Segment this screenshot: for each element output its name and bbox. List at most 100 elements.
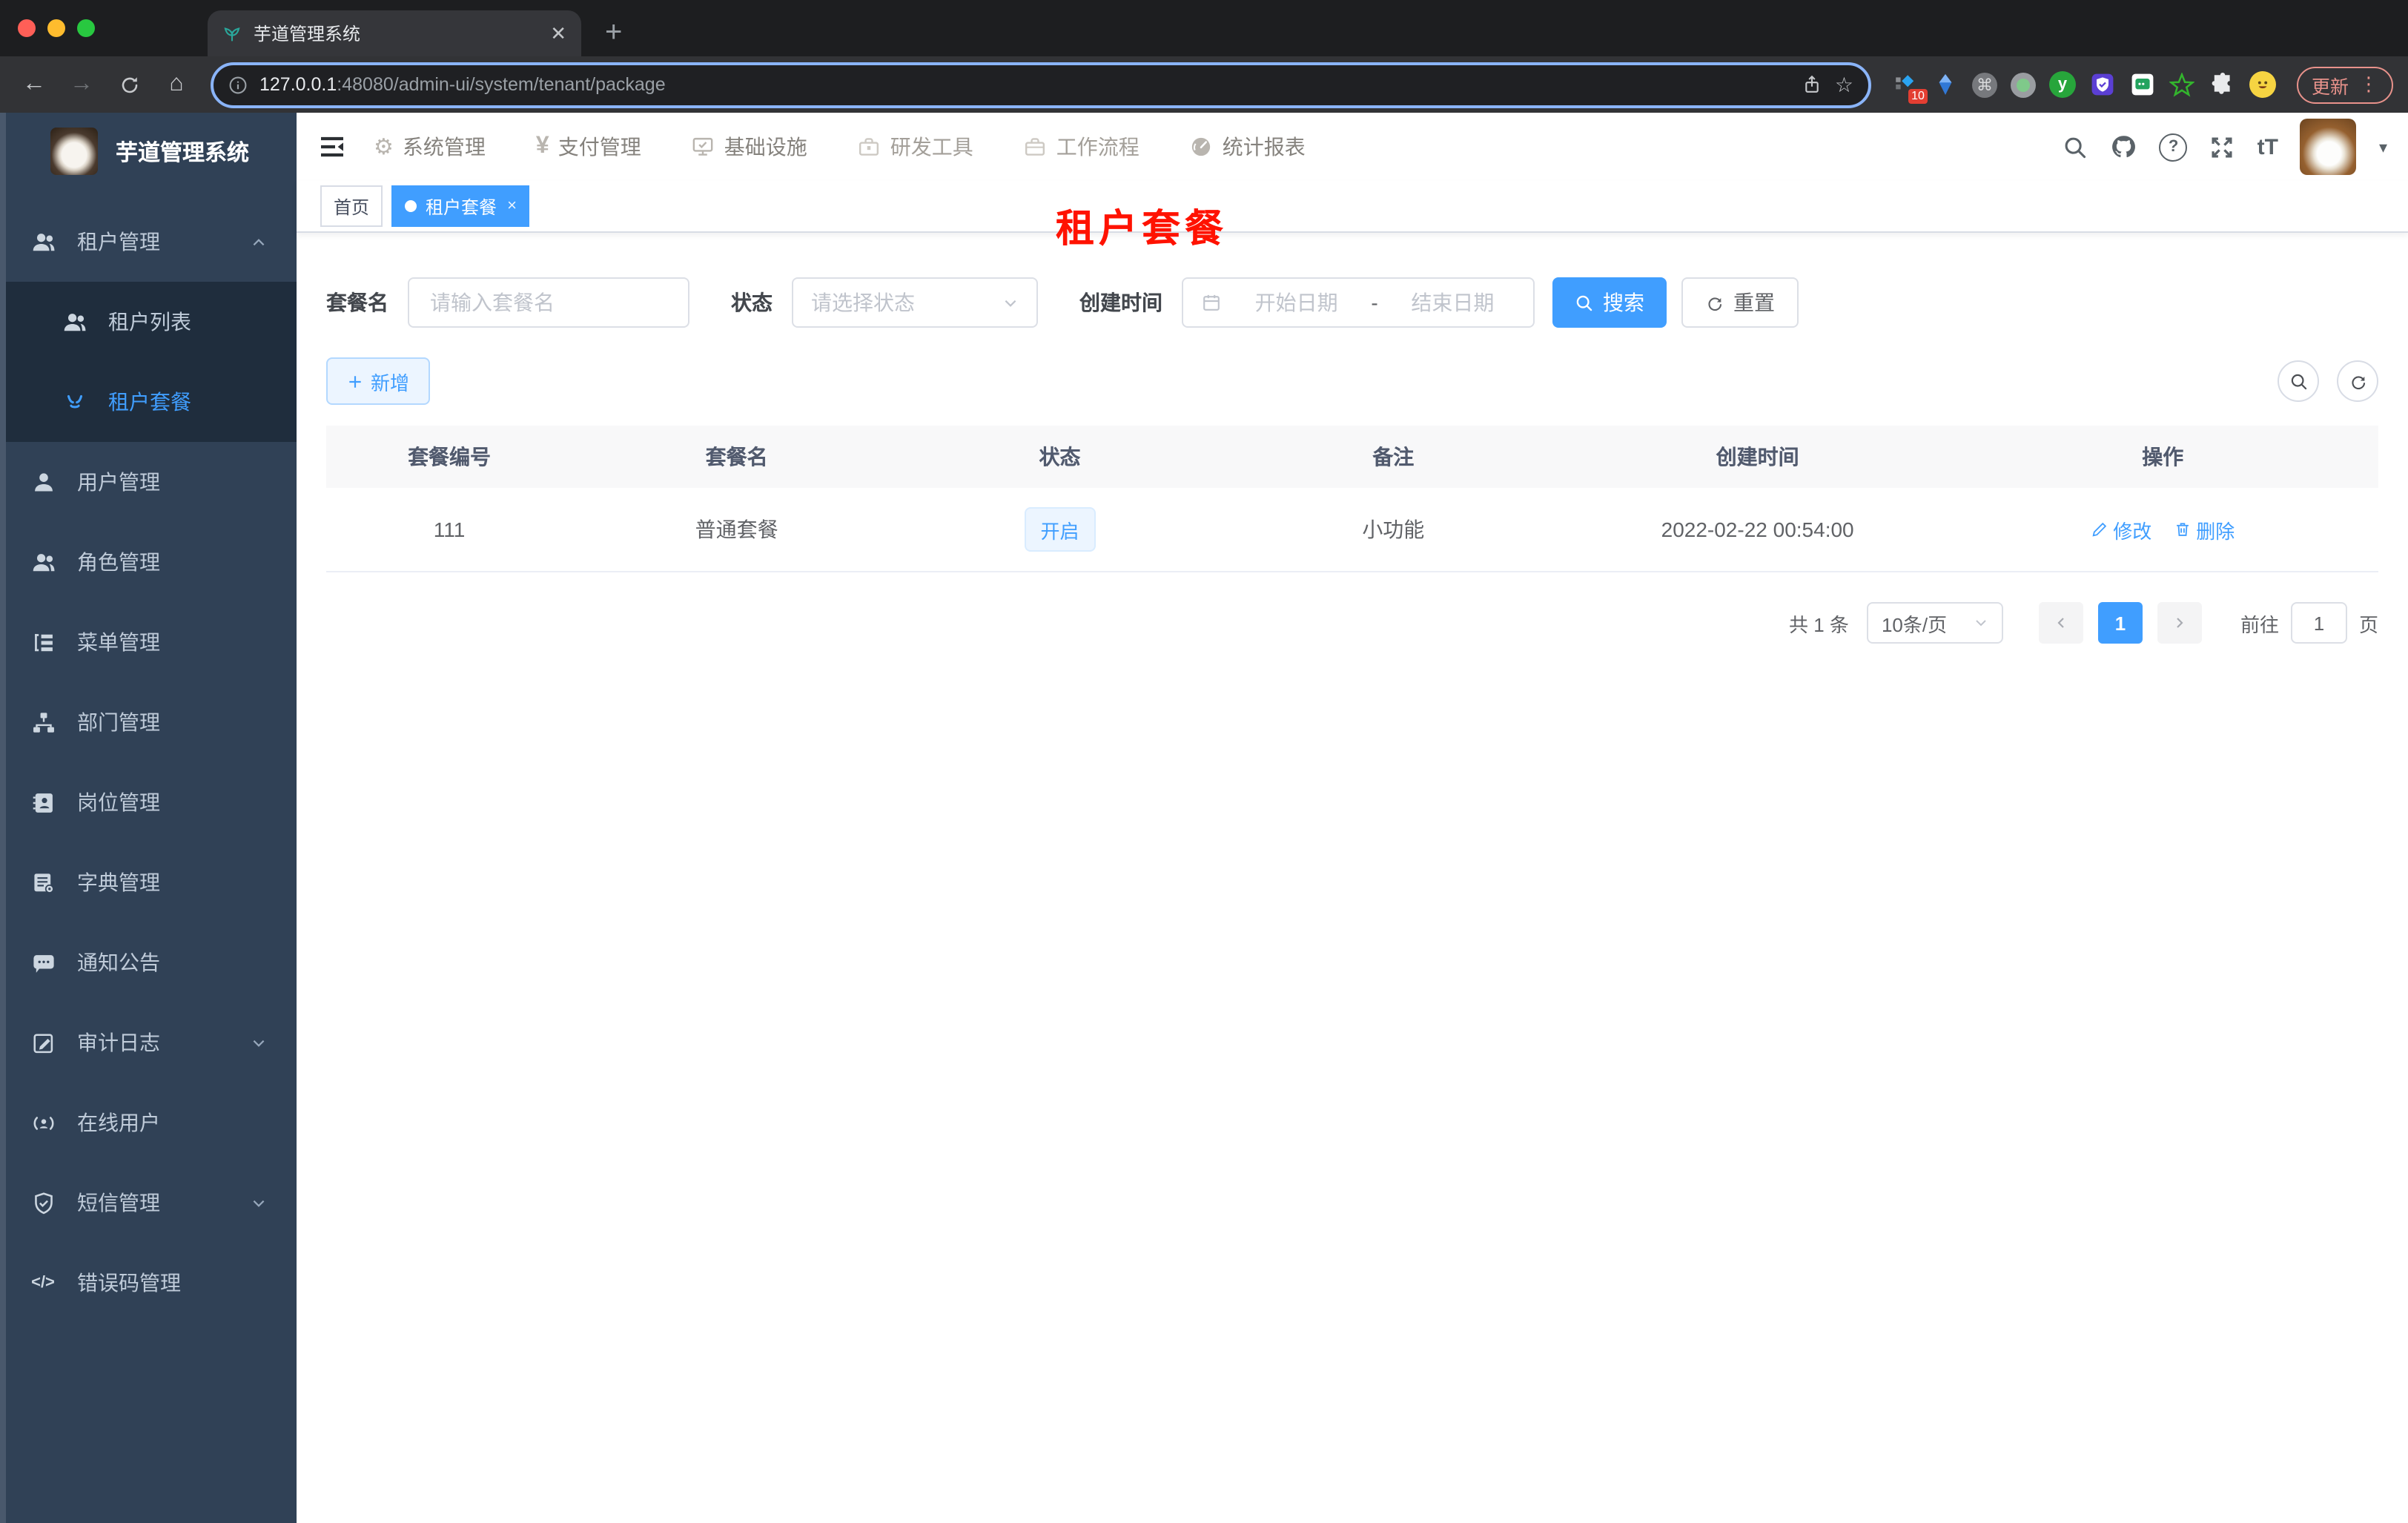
date-range-picker[interactable]: 开始日期 - 结束日期 — [1182, 277, 1535, 328]
topnav-pay[interactable]: ¥ 支付管理 — [536, 132, 641, 162]
extension-diamond-icon[interactable]: 10 — [1892, 71, 1928, 104]
share-icon[interactable] — [1802, 74, 1823, 95]
table-refresh-button[interactable] — [2337, 360, 2378, 402]
topnav-workflow[interactable]: 工作流程 — [1024, 132, 1140, 162]
topnav-report[interactable]: 统计报表 — [1190, 132, 1306, 162]
sidebar-item-post[interactable]: 岗位管理 — [0, 762, 297, 842]
url-path: :48080/admin-ui/system/tenant/package — [337, 74, 666, 95]
extension-star-icon[interactable] — [2169, 71, 2196, 98]
page-size-select[interactable]: 10条/页 — [1866, 602, 2003, 644]
goto-page-input[interactable] — [2290, 602, 2347, 644]
sidebar-item-audit-log[interactable]: 审计日志 — [0, 1002, 297, 1083]
forward-icon[interactable]: → — [62, 65, 101, 104]
topnav-system[interactable]: ⚙ 系统管理 — [374, 132, 486, 162]
edit-icon — [2091, 521, 2108, 538]
sidebar-item-tenant[interactable]: 租户管理 — [0, 202, 297, 282]
site-info-icon[interactable] — [228, 75, 248, 94]
sidebar-item-tenant-package[interactable]: 租户套餐 — [0, 362, 297, 442]
monitor-icon — [692, 135, 715, 159]
sidebar-item-label: 用户管理 — [77, 470, 160, 494]
date-separator: - — [1371, 291, 1378, 314]
sidebar-item-label: 租户管理 — [77, 230, 160, 254]
active-dot — [405, 200, 417, 212]
bookmark-star-icon[interactable]: ☆ — [1835, 72, 1853, 97]
users-icon — [30, 229, 56, 254]
badge-icon — [30, 790, 56, 815]
avatar-caret-icon[interactable]: ▾ — [2379, 137, 2387, 156]
close-window-button[interactable] — [18, 19, 36, 37]
github-icon[interactable] — [2111, 133, 2137, 160]
cell-remark: 小功能 — [1362, 518, 1425, 541]
reload-icon[interactable] — [110, 65, 148, 104]
current-page[interactable]: 1 — [2097, 602, 2143, 644]
goto-unit: 页 — [2358, 613, 2378, 635]
sidebar-item-dept[interactable]: 部门管理 — [0, 682, 297, 762]
extension-command-icon[interactable]: ⌘ — [1971, 72, 1997, 97]
user-icon — [30, 469, 56, 495]
name-input-wrap — [408, 277, 689, 328]
sidebar-item-role[interactable]: 角色管理 — [0, 522, 297, 602]
new-tab-button[interactable]: + — [605, 10, 622, 56]
navbar: ⚙ 系统管理 ¥ 支付管理 基础设施 研发工具 工作流程 统计报表 ? tT ▾ — [297, 113, 2408, 181]
online-icon — [30, 1110, 56, 1135]
font-size-icon[interactable]: tT — [2258, 134, 2278, 159]
favicon-plant-icon — [222, 24, 242, 43]
delete-link[interactable]: 删除 — [2174, 515, 2235, 544]
avatar[interactable] — [2300, 119, 2357, 175]
sidebar-item-tenant-list[interactable]: 租户列表 — [0, 282, 297, 362]
add-button[interactable]: 新增 — [326, 357, 431, 405]
prev-page-button[interactable] — [2038, 602, 2083, 644]
table-row[interactable]: 111 普通套餐 开启 小功能 2022-02-22 00:54:00 修改 删… — [326, 488, 2378, 572]
topnav-label: 基础设施 — [724, 135, 807, 159]
goto-label: 前往 — [2240, 613, 2279, 635]
sidebar-item-sms[interactable]: 短信管理 — [0, 1163, 297, 1243]
sidebar-item-online-users[interactable]: 在线用户 — [0, 1083, 297, 1163]
browser-tab[interactable]: 芋道管理系统 ✕ — [208, 10, 581, 56]
sidebar-item-label: 在线用户 — [77, 1111, 160, 1134]
table-search-toggle-button[interactable] — [2278, 360, 2319, 402]
logo-row[interactable]: 芋道管理系统 — [0, 113, 297, 190]
status-badge: 开启 — [1024, 507, 1096, 552]
edit-link[interactable]: 修改 — [2091, 515, 2151, 544]
back-icon[interactable]: ← — [15, 65, 53, 104]
extension-shield-icon[interactable] — [2089, 71, 2116, 98]
zoom-window-button[interactable] — [77, 19, 95, 37]
sidebar-item-dict[interactable]: 字典管理 — [0, 842, 297, 922]
sidebar-item-user[interactable]: 用户管理 — [0, 442, 297, 522]
navbar-right: ? tT ▾ — [2063, 119, 2387, 175]
extensions-puzzle-icon[interactable] — [2209, 71, 2236, 98]
extension-y-icon[interactable]: y — [2048, 71, 2076, 98]
sidebar-item-menu[interactable]: 菜单管理 — [0, 602, 297, 682]
sidebar: 芋道管理系统 租户管理 租户列表 租户套餐 用户管理 角色管理 菜单管理 部门管… — [0, 113, 297, 1523]
next-page-button[interactable] — [2157, 602, 2202, 644]
tag-close-icon[interactable]: × — [507, 197, 517, 215]
topnav-infra[interactable]: 基础设施 — [692, 132, 807, 162]
extension-green-dot-icon[interactable] — [2010, 72, 2036, 97]
sidebar-item-label: 字典管理 — [77, 870, 160, 894]
package-name-input[interactable] — [427, 289, 670, 316]
extension-kite-icon[interactable] — [1932, 71, 1959, 98]
tag-tenant-package[interactable]: 租户套餐 × — [391, 185, 530, 227]
chevron-up-icon — [251, 234, 267, 250]
fullscreen-icon[interactable] — [2210, 134, 2235, 159]
reset-button[interactable]: 重置 — [1681, 277, 1799, 328]
cell-actions: 修改 删除 — [1948, 515, 2378, 544]
minimize-window-button[interactable] — [47, 19, 65, 37]
home-icon[interactable]: ⌂ — [157, 65, 196, 104]
tab-close-icon[interactable]: ✕ — [550, 22, 566, 45]
help-icon[interactable]: ? — [2159, 133, 2188, 161]
update-button[interactable]: 更新 ⋮ — [2296, 66, 2393, 103]
tag-home[interactable]: 首页 — [320, 185, 383, 227]
sidebar-item-errorcode[interactable]: </> 错误码管理 — [0, 1243, 297, 1323]
status-select[interactable]: 请选择状态 — [792, 277, 1038, 328]
sidebar-item-notice[interactable]: 通知公告 — [0, 922, 297, 1002]
search-icon[interactable] — [2063, 134, 2088, 159]
browser-menu-dots-icon[interactable]: ⋮ — [2359, 73, 2378, 96]
extension-chat-icon[interactable] — [2129, 71, 2156, 98]
collapse-sidebar-icon[interactable] — [317, 132, 347, 162]
col-header: 创建时间 — [1716, 445, 1799, 469]
url-bar[interactable]: 127.0.0.1:48080/admin-ui/system/tenant/p… — [211, 62, 1871, 108]
extension-emoji-icon[interactable] — [2249, 71, 2276, 98]
topnav-devtools[interactable]: 研发工具 — [858, 132, 973, 162]
search-button[interactable]: 搜索 — [1552, 277, 1667, 328]
